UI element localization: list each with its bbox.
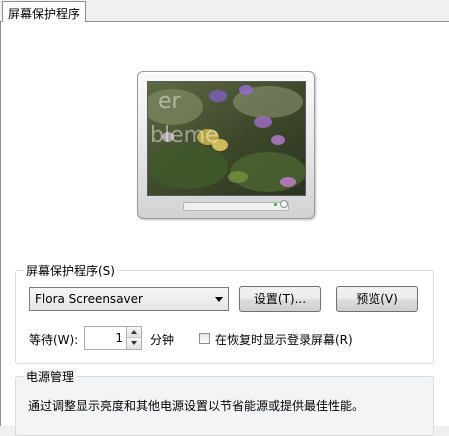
logon-on-resume-label[interactable]: 在恢复时显示登录屏幕(R) bbox=[215, 331, 353, 348]
tab-screensaver[interactable]: 屏幕保护程序 bbox=[2, 1, 86, 22]
screensaver-group-title: 屏幕保护程序(S) bbox=[24, 262, 117, 279]
monitor-preview-icon: er bleme bbox=[137, 71, 315, 219]
tab-page: er bleme 屏幕保护程序(S) Flora Screensaver 设置(… bbox=[0, 21, 449, 436]
svg-text:er: er bbox=[158, 89, 182, 114]
power-led-icon bbox=[274, 203, 277, 206]
minutes-label: 分钟 bbox=[150, 333, 175, 347]
screensaver-preview-screen: er bleme bbox=[147, 81, 306, 196]
wait-minutes-value[interactable]: 1 bbox=[115, 331, 123, 345]
chevron-down-icon bbox=[215, 297, 223, 302]
power-button-icon bbox=[280, 200, 288, 208]
wait-minutes-stepper[interactable]: 1 bbox=[84, 326, 142, 350]
power-management-title: 电源管理 bbox=[24, 368, 77, 385]
power-management-group: 电源管理 通过调整显示亮度和其他电源设置以节省能源或提供最佳性能。 bbox=[15, 368, 434, 436]
screensaver-select-value: Flora Screensaver bbox=[35, 292, 143, 306]
tab-strip: 屏幕保护程序 bbox=[0, 0, 449, 22]
settings-button[interactable]: 设置(T)... bbox=[239, 286, 321, 312]
spin-up-icon[interactable] bbox=[126, 327, 141, 338]
wait-label: 等待(W): bbox=[29, 333, 79, 347]
screensaver-select[interactable]: Flora Screensaver bbox=[29, 287, 229, 311]
screensaver-group: 屏幕保护程序(S) Flora Screensaver 设置(T)... 预览(… bbox=[15, 262, 434, 364]
svg-text:bleme: bleme bbox=[150, 123, 219, 148]
power-management-description: 通过调整显示亮度和其他电源设置以节省能源或提供最佳性能。 bbox=[28, 399, 365, 413]
logon-on-resume-checkbox[interactable] bbox=[199, 333, 210, 344]
flora-preview-image: er bleme bbox=[148, 82, 305, 195]
spin-down-icon[interactable] bbox=[126, 338, 141, 349]
preview-button[interactable]: 预览(V) bbox=[336, 286, 418, 312]
